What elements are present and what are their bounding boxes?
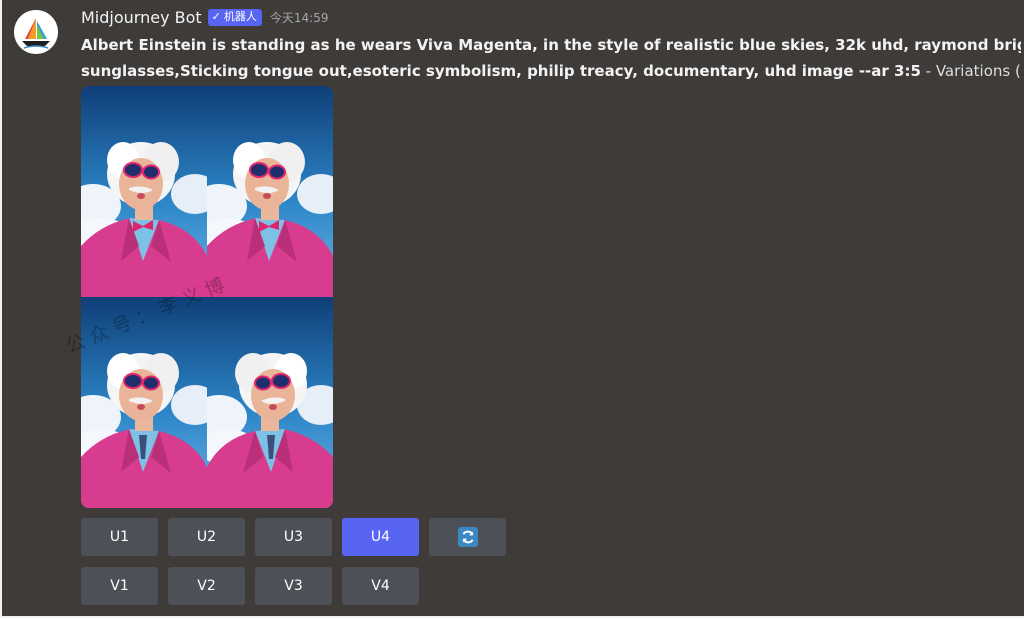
variation-button-4[interactable]: V4	[342, 567, 419, 605]
bot-badge-label: 机器人	[223, 9, 257, 23]
upscale-button-2[interactable]: U2	[168, 518, 245, 556]
grid-image-2[interactable]	[207, 86, 333, 297]
upscale-button-1[interactable]: U1	[81, 518, 158, 556]
refresh-icon	[457, 527, 478, 547]
portrait-illustration	[207, 86, 333, 297]
variation-button-1[interactable]: V1	[81, 567, 158, 605]
grid-image-4[interactable]	[207, 297, 333, 508]
message-content: Albert Einstein is standing as he wears …	[81, 32, 1021, 84]
bot-badge: ✓ 机器人	[207, 8, 262, 26]
verified-check-icon: ✓	[211, 9, 221, 23]
variations-label: - Variations (	[920, 62, 1021, 80]
upscale-button-3[interactable]: U3	[255, 518, 332, 556]
chat-message: Midjourney Bot ✓ 机器人 今天14:59 Albert Eins…	[2, 0, 1024, 616]
reroll-button[interactable]	[429, 518, 506, 556]
upscale-button-row: U1 U2 U3 U4	[81, 518, 506, 556]
upscale-button-4[interactable]: U4	[342, 518, 419, 556]
sailboat-logo-icon	[14, 10, 58, 54]
portrait-illustration	[207, 297, 333, 508]
message-header: Midjourney Bot ✓ 机器人 今天14:59	[81, 6, 328, 28]
prompt-line-2: sunglasses,Sticking tongue out,esoteric …	[81, 62, 921, 80]
prompt-line-1: Albert Einstein is standing as he wears …	[81, 36, 1021, 54]
username[interactable]: Midjourney Bot	[81, 8, 202, 27]
variation-button-3[interactable]: V3	[255, 567, 332, 605]
grid-image-1[interactable]	[81, 86, 207, 297]
variation-button-2[interactable]: V2	[168, 567, 245, 605]
variation-button-row: V1 V2 V3 V4	[81, 567, 419, 605]
timestamp[interactable]: 今天14:59	[270, 9, 329, 26]
portrait-illustration	[81, 86, 207, 297]
avatar[interactable]	[14, 10, 58, 54]
